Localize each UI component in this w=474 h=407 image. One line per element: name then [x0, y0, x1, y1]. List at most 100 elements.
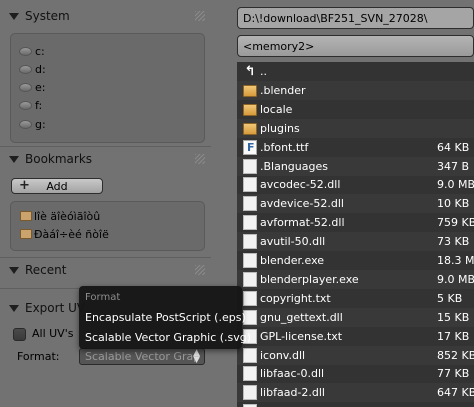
bookmarks-panel-header[interactable]: Bookmarks [0, 149, 211, 169]
collapse-triangle-icon[interactable] [9, 155, 19, 163]
file-icon [243, 348, 257, 363]
all-uvs-checkbox[interactable] [13, 328, 26, 341]
file-row[interactable]: libmp3lame-0.dll [237, 402, 474, 407]
recent-panel-title: Recent [25, 263, 67, 277]
system-panel-title: System [25, 9, 70, 23]
font-file-icon [243, 140, 257, 155]
system-panel-header[interactable]: System [0, 6, 211, 26]
filename-field[interactable]: <memory2> [237, 35, 474, 57]
file-row[interactable]: .bfont.ttf64 KB [237, 138, 474, 157]
drive-icon [19, 46, 32, 56]
file-size: 77 KB [437, 367, 470, 380]
bookmarks-panel-title: Bookmarks [25, 152, 93, 166]
file-icon [243, 215, 257, 230]
collapse-triangle-icon[interactable] [9, 266, 19, 274]
file-row[interactable]: copyright.txt 5 KB [237, 289, 474, 308]
file-size: 73 KB [437, 235, 470, 248]
drive-item-f[interactable]: f: [19, 97, 42, 113]
menu-item-svg[interactable]: Scalable Vector Graphic (.svg) [85, 331, 251, 344]
divider [0, 146, 211, 147]
file-icon [243, 196, 257, 211]
file-row[interactable]: blender.exe18.3 MB [237, 251, 474, 270]
file-row[interactable]: libfaad-2.dll 647 KB [237, 383, 474, 402]
format-label: Format: [17, 350, 60, 363]
file-row[interactable]: blenderplayer.exe 9.0 MB [237, 270, 474, 289]
export-uv-panel-title: Export UV [25, 301, 86, 315]
file-row[interactable]: plugins [237, 119, 474, 138]
file-icon [243, 272, 257, 287]
recent-panel-header[interactable]: Recent [0, 260, 211, 280]
file-row[interactable]: avformat-52.dll 759 KB [237, 213, 474, 232]
file-icon [243, 234, 257, 249]
file-icon [243, 385, 257, 400]
file-icon [243, 291, 257, 306]
updown-arrows-icon: ▲ ▼ [193, 348, 200, 365]
file-size: 64 KB [437, 141, 470, 154]
drive-item-c[interactable]: c: [19, 43, 45, 59]
drive-icon [19, 82, 32, 92]
bookmark-list: lîè äîèóìãîòû Ðàáî÷èé ñòîë [10, 201, 205, 251]
file-size: 5 KB [437, 292, 463, 305]
bookmark-item[interactable]: Ðàáî÷èé ñòîë [20, 226, 109, 242]
bookmark-item[interactable]: lîè äîèóìãîòû [20, 208, 100, 224]
bookmark-folder-icon [20, 229, 32, 239]
file-size: 852 KB [437, 349, 474, 362]
format-select[interactable]: Scalable Vector Grap ▲ ▼ [79, 348, 205, 365]
file-row[interactable]: iconv.dll 852 KB [237, 346, 474, 365]
file-size: 17 KB [437, 330, 470, 343]
all-uvs-label: All UV's [32, 327, 74, 340]
file-icon [243, 366, 257, 381]
menu-title: Format [85, 292, 121, 303]
file-row[interactable]: avcodec-52.dll 9.0 MB [237, 175, 474, 194]
file-size: 647 KB [437, 386, 474, 399]
drag-grip-icon[interactable] [195, 265, 205, 275]
file-size: 759 KB [437, 216, 474, 229]
file-browser: D:\!download\BF251_SVN_27028\ <memory2> … [211, 0, 474, 407]
file-size: 18.3 MB [437, 254, 474, 267]
plus-icon: + [19, 178, 30, 193]
file-name: plugins [260, 122, 300, 135]
drive-item-d[interactable]: d: [19, 61, 46, 77]
file-row[interactable]: ↰.. [237, 62, 474, 81]
file-row[interactable]: GPL-license.txt 17 KB [237, 327, 474, 346]
system-drive-list: c: d: e: f: g: [10, 33, 205, 143]
drive-icon [19, 100, 32, 110]
menu-item-eps[interactable]: Encapsulate PostScript (.eps) [85, 311, 246, 324]
drive-icon [19, 64, 32, 74]
drag-grip-icon[interactable] [195, 154, 205, 164]
folder-icon [243, 122, 257, 135]
file-size: 347 B [437, 160, 470, 173]
file-name: .. [260, 65, 267, 78]
file-icon [243, 159, 257, 174]
file-size: 15 KB [437, 311, 470, 324]
file-icon [243, 253, 257, 268]
drive-icon [19, 119, 32, 129]
collapse-triangle-icon[interactable] [9, 12, 19, 20]
file-icon [243, 177, 257, 192]
file-list: ↰.. .blender locale plugins .bfont.ttf64 KB.… [237, 62, 474, 407]
format-dropdown-menu: Format Encapsulate PostScript (.eps) Sca… [79, 286, 251, 349]
file-size: 9.0 MB [437, 273, 474, 286]
file-row[interactable]: .blender [237, 81, 474, 100]
add-bookmark-button[interactable]: + Add [11, 178, 103, 194]
file-row[interactable]: avutil-50.dll 73 KB [237, 232, 474, 251]
file-name: locale [260, 103, 293, 116]
parent-dir-icon: ↰ [244, 64, 256, 79]
drive-item-e[interactable]: e: [19, 79, 45, 95]
file-size: 9.0 MB [437, 178, 474, 191]
file-row[interactable]: libfaac-0.dll 77 KB [237, 364, 474, 383]
folder-icon [243, 103, 257, 116]
bookmark-folder-icon [20, 211, 32, 221]
file-row[interactable]: .Blanguages 347 B [237, 157, 474, 176]
drive-item-g[interactable]: g: [19, 116, 46, 132]
drag-grip-icon[interactable] [195, 11, 205, 21]
divider [0, 257, 211, 258]
file-row[interactable]: avdevice-52.dll 10 KB [237, 194, 474, 213]
file-row[interactable]: gnu_gettext.dll 15 KB [237, 308, 474, 327]
file-name: .blender [260, 84, 306, 97]
directory-path-field[interactable]: D:\!download\BF251_SVN_27028\ [237, 7, 474, 29]
file-size: 10 KB [437, 197, 470, 210]
collapse-triangle-icon[interactable] [9, 304, 19, 312]
file-row[interactable]: locale [237, 100, 474, 119]
folder-icon [243, 84, 257, 97]
